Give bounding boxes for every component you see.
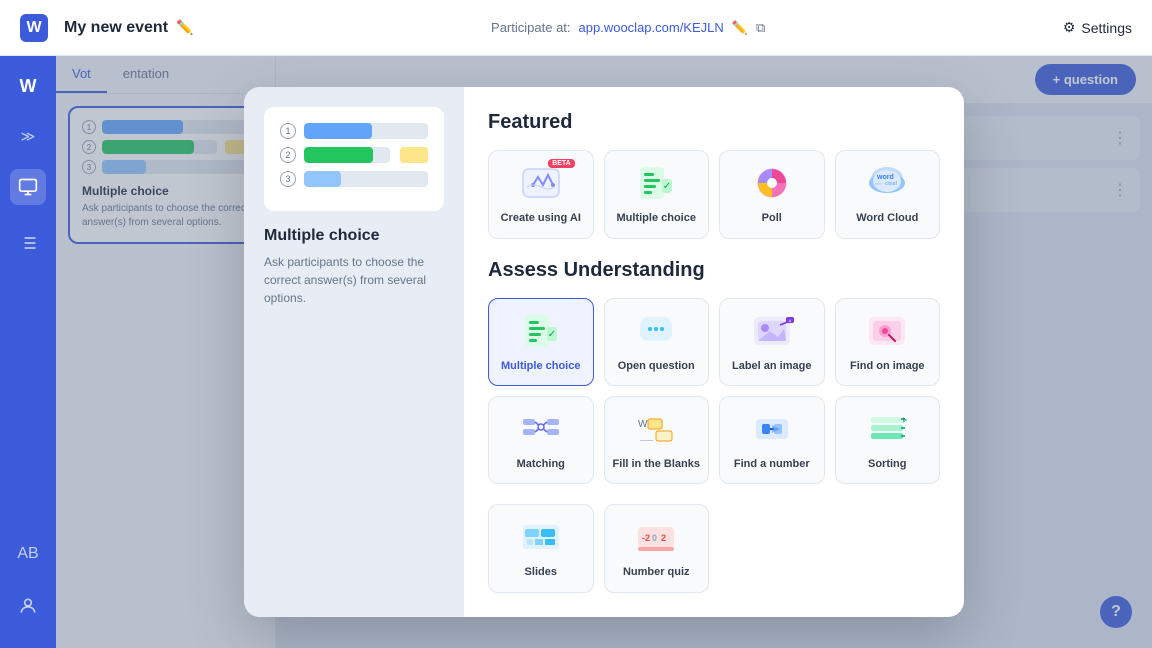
page-title: My new event ✏️ xyxy=(64,19,193,37)
find-a-number-icon xyxy=(746,409,798,449)
settings-button[interactable]: ⚙ Settings xyxy=(1063,19,1132,36)
option-card-number-quiz[interactable]: -2 0 2 Number quiz xyxy=(604,504,710,592)
sorting-icon xyxy=(861,409,913,449)
option-card-find-on-image[interactable]: Find on image xyxy=(835,298,941,386)
svg-text:-2: -2 xyxy=(642,533,650,543)
main-content: W ≫ AB Vot entation xyxy=(0,56,1152,648)
svg-text:✓: ✓ xyxy=(663,181,671,192)
featured-section-title: Featured xyxy=(488,111,940,134)
label-an-image-icon: A xyxy=(746,311,798,351)
settings-icon: ⚙ xyxy=(1063,19,1076,36)
option-card-multiple-choice[interactable]: ✓ Multiple choice xyxy=(488,298,594,386)
matching-icon xyxy=(515,409,567,449)
create-ai-icon: BETA xyxy=(515,163,567,203)
option-card-slides[interactable]: Slides xyxy=(488,504,594,592)
beta-badge: BETA xyxy=(548,159,575,168)
open-question-icon xyxy=(630,311,682,351)
logo: W xyxy=(20,14,48,42)
option-card-label-word-cloud: Word Cloud xyxy=(856,211,918,225)
modal-left-title: Multiple choice xyxy=(264,227,444,245)
svg-text:A: A xyxy=(788,318,791,323)
svg-text:___: ___ xyxy=(639,432,654,441)
option-card-matching[interactable]: Matching xyxy=(488,396,594,484)
sidebar-logo: W xyxy=(10,68,46,104)
svg-text:word: word xyxy=(876,174,894,181)
modal-overlay: 1 2 3 xyxy=(56,56,1152,648)
topbar-right: ⚙ Settings xyxy=(1063,19,1132,36)
option-card-label-find-on-image: Find on image xyxy=(850,359,925,373)
modal-preview-card: 1 2 3 xyxy=(264,107,444,211)
sidebar: W ≫ AB xyxy=(0,56,56,648)
modal-bar-row-2: 2 xyxy=(280,147,428,163)
poll-icon xyxy=(746,163,798,203)
modal-right-panel[interactable]: Featured xyxy=(464,87,964,616)
sidebar-item-monitor[interactable] xyxy=(10,169,46,205)
modal-left-desc: Ask participants to choose the correct a… xyxy=(264,253,444,307)
number-quiz-icon: -2 0 2 xyxy=(630,517,682,557)
fill-in-blanks-icon: W ___ xyxy=(630,409,682,449)
option-card-label-number-quiz: Number quiz xyxy=(623,565,690,579)
sidebar-item-list[interactable] xyxy=(10,225,46,261)
participate-section: Participate at: app.wooclap.com/KEJLN ✏️… xyxy=(209,20,1046,36)
more-grid: Slides -2 0 2 xyxy=(488,504,940,592)
sidebar-collapse-icon[interactable]: ≫ xyxy=(17,124,40,149)
modal-bar-row-1: 1 xyxy=(280,123,428,139)
option-card-sorting[interactable]: Sorting xyxy=(835,396,941,484)
sidebar-item-translate[interactable]: AB xyxy=(10,536,46,572)
assess-grid: ✓ Multiple choice xyxy=(488,298,940,485)
option-card-label-create-ai: Create using AI xyxy=(501,211,581,225)
option-card-label-slides: Slides xyxy=(525,565,557,579)
option-card-label-an-image[interactable]: A Label an image xyxy=(719,298,825,386)
page-area: Vot entation 1 2 xyxy=(56,56,1152,648)
option-card-label-poll: Poll xyxy=(762,211,782,225)
option-card-label-multiple-choice-assess: Multiple choice xyxy=(501,359,580,373)
option-card-label-multiple-choice-featured: Multiple choice xyxy=(617,211,696,225)
slides-icon xyxy=(515,517,567,557)
copy-url-icon[interactable]: ⧉ xyxy=(756,20,765,36)
option-card-label-open-question: Open question xyxy=(618,359,695,373)
word-cloud-icon: word cloud text xyxy=(861,163,913,203)
option-card-create-ai[interactable]: BETA Create using AI xyxy=(488,150,594,238)
option-card-find-a-number[interactable]: Find a number xyxy=(719,396,825,484)
multiple-choice-icon: ✓ xyxy=(630,163,682,203)
option-card-label-matching: Matching xyxy=(517,457,565,471)
participate-url: app.wooclap.com/KEJLN xyxy=(579,20,724,35)
option-card-multiple-choice-featured[interactable]: ✓ Multiple choice xyxy=(604,150,710,238)
assess-section-title: Assess Understanding xyxy=(488,259,940,282)
modal: 1 2 3 xyxy=(244,87,964,616)
option-card-fill-in-blanks[interactable]: W ___ Fill in the Blanks xyxy=(604,396,710,484)
app-shell: W My new event ✏️ Participate at: app.wo… xyxy=(0,0,1152,648)
svg-text:2: 2 xyxy=(661,533,666,543)
svg-text:text: text xyxy=(875,181,882,186)
sidebar-bottom: AB xyxy=(10,536,46,636)
option-card-label-fill-in-blanks: Fill in the Blanks xyxy=(613,457,700,471)
modal-bar-chart: 1 2 3 xyxy=(280,123,428,187)
edit-url-icon[interactable]: ✏️ xyxy=(732,20,748,36)
option-card-open-question[interactable]: Open question xyxy=(604,298,710,386)
featured-grid: BETA Create using AI xyxy=(488,150,940,238)
option-card-label-sorting: Sorting xyxy=(868,457,907,471)
multiple-choice-assess-icon: ✓ xyxy=(515,311,567,351)
option-card-poll[interactable]: Poll xyxy=(719,150,825,238)
edit-title-icon[interactable]: ✏️ xyxy=(176,19,193,36)
modal-left-panel: 1 2 3 xyxy=(244,87,464,616)
find-on-image-icon xyxy=(861,311,913,351)
svg-text:W: W xyxy=(638,419,648,430)
svg-text:cloud: cloud xyxy=(885,181,897,187)
option-card-label-find-a-number: Find a number xyxy=(734,457,810,471)
option-card-word-cloud[interactable]: word cloud text Word Cloud xyxy=(835,150,941,238)
sidebar-item-user[interactable] xyxy=(10,588,46,624)
modal-bar-row-3: 3 xyxy=(280,171,428,187)
option-card-label-label-an-image: Label an image xyxy=(732,359,811,373)
svg-text:0: 0 xyxy=(652,533,657,543)
topbar: W My new event ✏️ Participate at: app.wo… xyxy=(0,0,1152,56)
svg-text:✓: ✓ xyxy=(548,329,556,340)
